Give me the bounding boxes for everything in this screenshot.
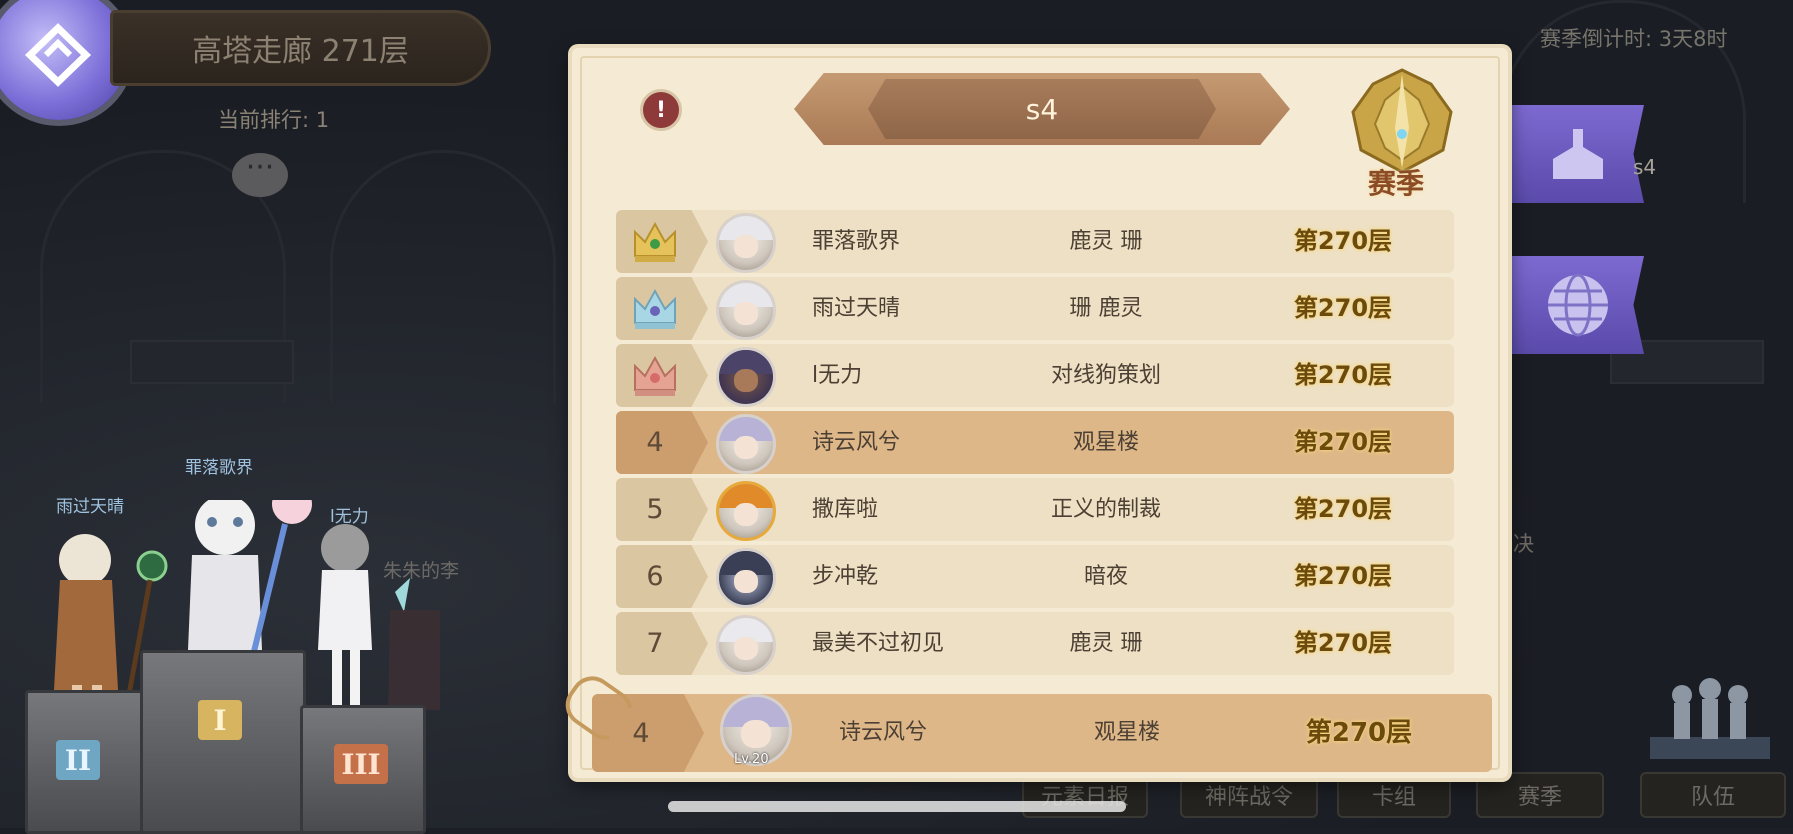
- player-avatar[interactable]: [716, 213, 776, 273]
- player-name: l无力: [812, 363, 863, 388]
- gold-crown-icon: [634, 221, 676, 262]
- rank-cell: 5: [616, 478, 708, 541]
- tower-side-button[interactable]: [1512, 105, 1644, 203]
- my-level: Lv.20: [734, 752, 769, 767]
- player-avatar[interactable]: [716, 615, 776, 675]
- tower-icon: [1553, 129, 1603, 179]
- leaderboard-row[interactable]: l无力 对线狗策划 第270层: [616, 344, 1454, 407]
- floor-value: 第270层: [1293, 495, 1393, 523]
- background-ledge: [130, 340, 294, 384]
- globe-icon: [1548, 273, 1608, 337]
- player-avatar[interactable]: [716, 481, 776, 541]
- rank-cell: [616, 277, 708, 340]
- player-avatar[interactable]: [716, 280, 776, 340]
- season-title: s4: [868, 79, 1216, 139]
- guild-name: 鹿灵 珊: [1069, 631, 1143, 656]
- guild-name: 暗夜: [1083, 564, 1128, 589]
- guild-name: 对线狗策划: [1050, 363, 1161, 388]
- floor-value: 第270层: [1293, 227, 1393, 255]
- bronze-crown-icon: [634, 355, 676, 396]
- player-avatar[interactable]: [716, 414, 776, 474]
- tab-season[interactable]: 赛季: [1476, 772, 1604, 818]
- rank-cell: 4: [616, 411, 708, 474]
- floor-value: 第270层: [1293, 361, 1393, 389]
- tab-deck[interactable]: 卡组: [1337, 772, 1451, 818]
- leaderboard-row[interactable]: 6 步冲乾 暗夜 第270层: [616, 545, 1454, 608]
- player-name: 撒库啦: [812, 497, 879, 522]
- floor-value: 第270层: [1293, 294, 1393, 322]
- leaderboard-row[interactable]: 雨过天晴 珊 鹿灵 第270层: [616, 277, 1454, 340]
- my-floor: 第270层: [1305, 718, 1413, 748]
- guild-name: 观星楼: [1072, 430, 1139, 455]
- player-name: 雨过天晴: [812, 296, 901, 321]
- floor-value: 第270层: [1293, 629, 1393, 657]
- podium-third-tag: III: [334, 744, 388, 784]
- globe-side-button[interactable]: [1512, 256, 1644, 354]
- season-countdown: 赛季倒计时: 3天8时: [1540, 27, 1728, 51]
- floor-value: 第270层: [1293, 562, 1393, 590]
- player-name: 最美不过初见: [812, 631, 945, 656]
- guild-name: 鹿灵 珊: [1069, 229, 1143, 254]
- leaderboard-row[interactable]: 7 最美不过初见 鹿灵 珊 第270层: [616, 612, 1454, 675]
- player-name: 诗云风兮: [812, 430, 901, 455]
- current-rank-label: 当前排行: 1: [218, 108, 330, 132]
- player-avatar[interactable]: [716, 548, 776, 608]
- my-name: 诗云风兮: [839, 720, 928, 745]
- rank-cell: 7: [616, 612, 708, 675]
- player-avatar[interactable]: [716, 347, 776, 407]
- player-name: 步冲乾: [812, 564, 879, 589]
- player-name: 罪落歌界: [812, 229, 901, 254]
- podium-second-tag: II: [56, 740, 100, 780]
- partial-text: 决: [1513, 532, 1534, 556]
- guild-name: 珊 鹿灵: [1069, 296, 1143, 321]
- chess-icon[interactable]: [1640, 675, 1780, 765]
- season-small-label: s4: [1633, 155, 1657, 179]
- tab-team[interactable]: 队伍: [1640, 772, 1786, 818]
- character-name-first: 罪落歌界: [185, 458, 253, 478]
- chat-icon[interactable]: ···: [232, 153, 288, 197]
- my-guild: 观星楼: [1093, 720, 1160, 745]
- silver-crown-icon: [634, 288, 676, 329]
- swirl-icon: [24, 23, 92, 87]
- guild-name: 正义的制裁: [1050, 497, 1161, 522]
- tower-title-banner: 高塔走廊 271层: [110, 10, 491, 86]
- home-indicator[interactable]: [668, 801, 1126, 812]
- background-arch: [330, 150, 556, 403]
- podium-first-tag: I: [198, 700, 242, 740]
- rank-cell: [616, 344, 708, 407]
- leaderboard-row[interactable]: 5 撒库啦 正义的制裁 第270层: [616, 478, 1454, 541]
- rank-cell: [616, 210, 708, 273]
- info-alert-icon[interactable]: !: [640, 89, 682, 131]
- podium-first-block: [140, 650, 306, 834]
- season-emblem-label: 赛季: [1368, 167, 1425, 200]
- floor-value: 第270层: [1293, 428, 1393, 456]
- leaderboard-row[interactable]: 罪落歌界 鹿灵 珊 第270层: [616, 210, 1454, 273]
- my-rank-row[interactable]: 4 Lv.20 诗云风兮 观星楼 第270层: [592, 694, 1492, 772]
- rank-cell: 6: [616, 545, 708, 608]
- leaderboard-row[interactable]: 4 诗云风兮 观星楼 第270层: [616, 411, 1454, 474]
- tab-battle-pass[interactable]: 神阵战令: [1180, 772, 1318, 818]
